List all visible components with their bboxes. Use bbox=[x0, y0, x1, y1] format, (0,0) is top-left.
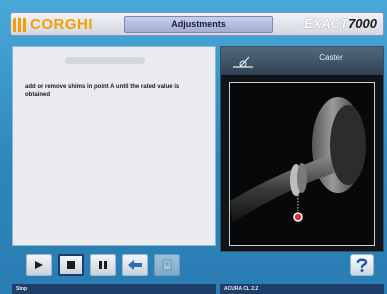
back-arrow-icon bbox=[128, 260, 142, 270]
model-logo: EXACT7000 bbox=[304, 16, 377, 33]
adjustment-view-header: Caster bbox=[221, 47, 383, 75]
page-icon bbox=[162, 259, 172, 271]
play-button[interactable] bbox=[26, 254, 52, 276]
model-prefix: EXACT bbox=[304, 16, 349, 31]
panel-heading-placeholder bbox=[65, 57, 145, 64]
help-button[interactable] bbox=[350, 254, 374, 276]
brand-logo: CORGHI bbox=[13, 15, 105, 34]
pause-button[interactable] bbox=[90, 254, 116, 276]
instructions-text: add or remove shims in point A until the… bbox=[25, 84, 180, 98]
header-bar: CORGHI Adjustments EXACT7000 bbox=[10, 12, 384, 36]
back-button[interactable] bbox=[122, 254, 148, 276]
adjustment-title: Caster bbox=[319, 53, 343, 62]
vehicle-model-status: ACURA CL 2.2 bbox=[220, 284, 384, 294]
caster-angle-icon bbox=[233, 56, 253, 68]
toolbar bbox=[12, 250, 222, 280]
brand-mark-icon bbox=[13, 17, 27, 32]
stop-button[interactable] bbox=[58, 254, 84, 276]
brand-name: CORGHI bbox=[30, 16, 93, 33]
page-title: Adjustments bbox=[124, 16, 273, 33]
suspension-diagram bbox=[229, 82, 375, 246]
play-icon bbox=[35, 261, 43, 269]
stop-icon bbox=[67, 261, 75, 269]
app-window: CORGHI Adjustments EXACT7000 add or remo… bbox=[0, 0, 387, 294]
page-button[interactable] bbox=[154, 254, 180, 276]
status-bar: Stop ACURA CL 2.2 bbox=[12, 284, 384, 294]
pause-icon bbox=[99, 261, 107, 269]
help-icon bbox=[356, 258, 368, 272]
status-left: Stop bbox=[12, 284, 216, 294]
adjustment-view-panel: Caster bbox=[220, 46, 384, 252]
model-number: 7000 bbox=[348, 16, 377, 31]
instructions-panel: add or remove shims in point A until the… bbox=[12, 46, 216, 246]
